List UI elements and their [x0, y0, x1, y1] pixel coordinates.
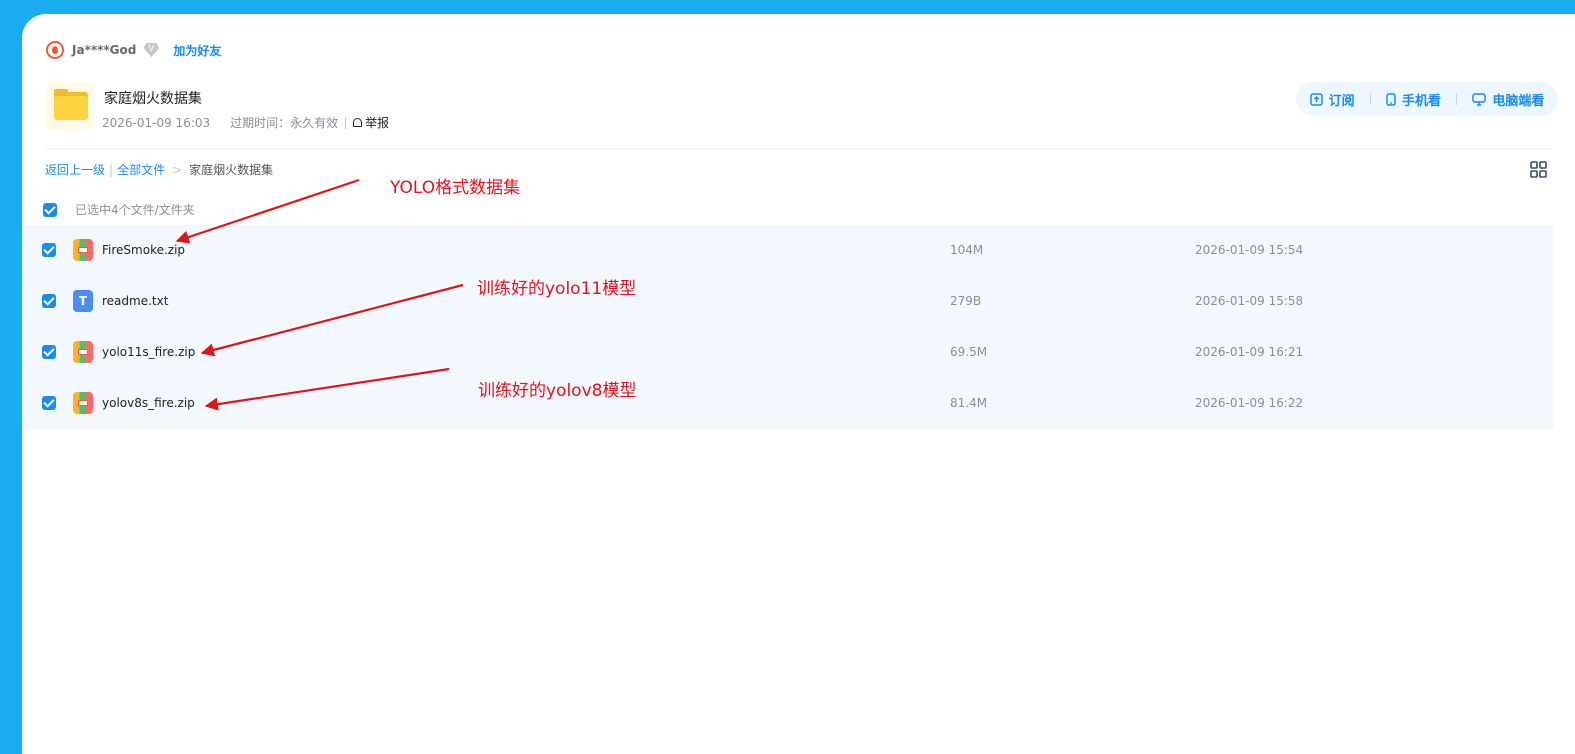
file-name[interactable]: yolo11s_fire.zip: [102, 345, 195, 359]
pill-divider: [1369, 93, 1371, 105]
select-all-checkbox[interactable]: [43, 202, 57, 217]
avatar[interactable]: [46, 41, 64, 59]
meta-divider: [345, 116, 347, 129]
share-created-date: 2026-01-09 16:03: [102, 115, 211, 130]
breadcrumb-root[interactable]: 全部文件: [117, 161, 165, 178]
vip-diamond-icon: V: [143, 43, 160, 57]
file-row[interactable]: T readme.txt 279B 2026-01-09 15:58: [22, 276, 1553, 327]
add-friend-link[interactable]: 加为好友: [173, 42, 221, 59]
file-name[interactable]: yolov8s_fire.zip: [102, 396, 195, 410]
zip-icon: [73, 341, 93, 363]
txt-icon: T: [73, 290, 93, 312]
view-actions: 订阅 手机看 电脑端看: [1296, 82, 1558, 116]
file-size: 69.5M: [950, 345, 988, 359]
share-meta: 2026-01-09 16:03 过期时间： 永久有效 举报: [102, 114, 389, 131]
file-checkbox[interactable]: [42, 396, 56, 410]
desktop-view-label: 电脑端看: [1492, 93, 1545, 109]
file-list: FireSmoke.zip 104M 2026-01-09 15:54 T re…: [22, 225, 1553, 429]
zip-icon: [73, 392, 93, 414]
grid-view-toggle[interactable]: [1530, 161, 1547, 182]
file-checkbox[interactable]: [42, 345, 56, 359]
file-size: 279B: [950, 294, 982, 308]
file-modified: 2026-01-09 16:22: [1195, 396, 1304, 410]
file-size: 81.4M: [950, 396, 988, 410]
subscribe-label: 订阅: [1328, 93, 1355, 109]
expiry-value: 永久有效: [290, 116, 339, 130]
monitor-icon: [1472, 92, 1487, 106]
breadcrumb-separator: |: [109, 162, 114, 177]
pill-divider: [1456, 93, 1458, 105]
file-row[interactable]: FireSmoke.zip 104M 2026-01-09 15:54: [22, 225, 1553, 276]
desktop-view-button[interactable]: 电脑端看: [1472, 90, 1544, 109]
expiry-label: 过期时间：: [230, 116, 291, 130]
folder-icon: [46, 82, 94, 130]
report-label: 举报: [365, 116, 390, 130]
phone-icon: [1386, 92, 1396, 106]
file-name[interactable]: FireSmoke.zip: [102, 243, 185, 257]
zip-icon: [73, 239, 93, 261]
username: Ja****God: [72, 43, 137, 57]
file-row[interactable]: yolo11s_fire.zip 69.5M 2026-01-09 16:21: [22, 327, 1553, 378]
subscribe-icon: [1309, 92, 1323, 106]
file-checkbox[interactable]: [42, 294, 56, 308]
file-modified: 2026-01-09 15:58: [1195, 294, 1304, 308]
file-modified: 2026-01-09 15:54: [1195, 243, 1304, 257]
file-name[interactable]: readme.txt: [102, 294, 168, 308]
file-modified: 2026-01-09 16:21: [1195, 345, 1304, 359]
share-title: 家庭烟火数据集: [104, 91, 202, 107]
file-size: 104M: [950, 243, 984, 257]
grid-view-icon: [1530, 161, 1547, 178]
select-all-row: 已选中4个文件/文件夹: [43, 201, 195, 218]
breadcrumb-arrow: >: [172, 162, 183, 177]
subscribe-button[interactable]: 订阅: [1309, 90, 1355, 109]
selection-summary: 已选中4个文件/文件夹: [75, 203, 195, 217]
share-panel: Ja****God V 加为好友 家庭烟火数据集 2026-01-09 16:0…: [22, 14, 1575, 754]
file-row[interactable]: yolov8s_fire.zip 81.4M 2026-01-09 16:22: [22, 378, 1553, 429]
mobile-view-button[interactable]: 手机看: [1386, 90, 1441, 109]
mobile-view-label: 手机看: [1401, 93, 1441, 109]
breadcrumb: 返回上一级 | 全部文件 > 家庭烟火数据集: [45, 161, 273, 178]
breadcrumb-current: 家庭烟火数据集: [189, 163, 274, 177]
alarm-icon: [353, 118, 363, 127]
sharer-info: Ja****God V 加为好友: [46, 40, 221, 60]
file-checkbox[interactable]: [42, 243, 56, 257]
breadcrumb-back[interactable]: 返回上一级: [45, 161, 105, 178]
report-link[interactable]: 举报: [353, 114, 389, 131]
header-divider: [46, 148, 1552, 149]
